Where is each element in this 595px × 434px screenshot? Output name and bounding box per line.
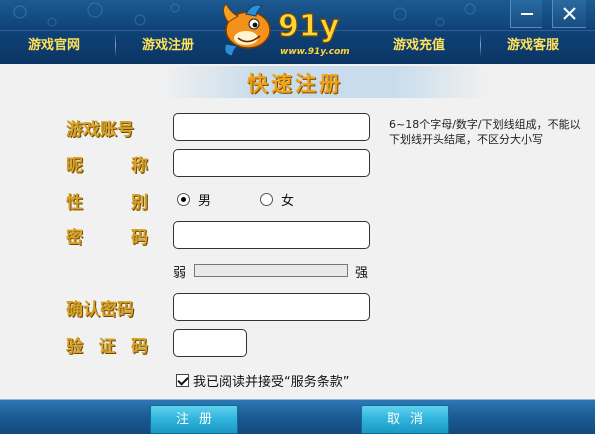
minimize-icon	[521, 13, 533, 15]
minimize-button[interactable]	[510, 0, 542, 28]
close-button[interactable]	[552, 0, 586, 28]
gender-female-radio[interactable]: 女	[260, 190, 295, 209]
gender-male-label: 男	[198, 193, 212, 209]
account-label: 游戏账号	[66, 120, 134, 140]
radio-icon	[177, 192, 190, 206]
nickname-label: 昵称	[66, 156, 148, 176]
nav-register[interactable]: 游戏注册	[142, 36, 194, 56]
nav-separator	[115, 33, 116, 57]
password-input[interactable]	[173, 221, 370, 249]
close-icon	[563, 7, 576, 20]
nickname-input[interactable]	[173, 149, 370, 177]
nav-recharge[interactable]: 游戏充值	[393, 36, 445, 56]
password-label: 密码	[66, 228, 148, 248]
gender-male-radio[interactable]: 男	[177, 190, 212, 209]
footer-bar	[0, 399, 595, 434]
register-button[interactable]: 注册	[150, 405, 238, 434]
gender-label: 性别	[66, 193, 148, 213]
confirm-password-input[interactable]	[173, 293, 370, 321]
nav-separator	[480, 33, 481, 57]
account-hint: 6~18个字母/数字/下划线组成，不能以下划线开头结尾，不区分大小写	[389, 118, 581, 146]
captcha-input[interactable]	[173, 329, 247, 357]
nav-official-site[interactable]: 游戏官网	[28, 36, 80, 56]
strength-weak-label: 弱	[173, 266, 187, 281]
header-bar: 91y www.91y.com 游戏官网 游戏注册 游戏充值 游戏客服	[0, 0, 595, 64]
password-strength-bar	[194, 264, 348, 277]
captcha-label: 验证码	[66, 337, 148, 357]
strength-strong-label: 强	[355, 266, 369, 281]
svg-text:www.91y.com: www.91y.com	[280, 47, 350, 57]
svg-text:91y: 91y	[278, 9, 340, 44]
nav-customer-service[interactable]: 游戏客服	[507, 36, 559, 56]
cancel-button[interactable]: 取消	[361, 405, 449, 434]
agree-terms-label: 我已阅读并接受“服务条款”	[193, 374, 350, 390]
account-input[interactable]	[173, 113, 370, 141]
91y-logo: 91y www.91y.com	[222, 3, 350, 57]
page-title: 快速注册	[247, 72, 343, 96]
radio-icon	[260, 192, 273, 206]
checkbox-icon	[176, 373, 189, 387]
gender-female-label: 女	[281, 193, 295, 209]
agree-terms-checkbox[interactable]: 我已阅读并接受“服务条款”	[176, 371, 350, 390]
confirm-password-label: 确认密码	[66, 300, 134, 320]
